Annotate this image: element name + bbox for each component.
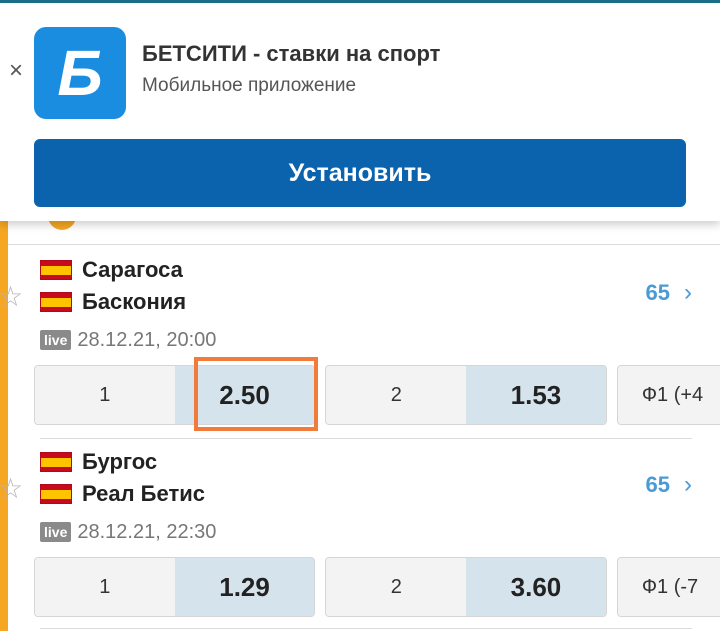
odd-value: 1.53: [466, 366, 606, 424]
match-meta: live 28.12.21, 20:00: [40, 327, 216, 353]
app-subtitle: Мобильное приложение: [142, 75, 357, 96]
selected-odd-highlight: [194, 357, 318, 431]
odd-value: 1.29: [174, 558, 315, 616]
chevron-right-icon: ›: [684, 471, 692, 498]
app-logo-letter: Б: [57, 37, 103, 109]
markets-count-link[interactable]: 65 ›: [646, 471, 692, 499]
close-icon[interactable]: ×: [6, 59, 26, 83]
spain-flag-icon: [40, 452, 72, 472]
match-meta: live 28.12.21, 22:30: [40, 519, 216, 545]
odd-button-win2[interactable]: 2 3.60: [325, 557, 607, 617]
odd-label: 2: [326, 366, 467, 424]
favorite-star-icon[interactable]: ☆: [0, 283, 24, 311]
odd-label: 1: [35, 558, 175, 616]
odd-button-win1[interactable]: 1 1.29: [34, 557, 316, 617]
install-button[interactable]: Установить: [34, 139, 686, 207]
live-badge: live: [40, 330, 72, 350]
spain-flag-icon: [40, 292, 72, 312]
team-away-name: Реал Бетис: [82, 481, 205, 506]
live-badge: live: [40, 522, 72, 542]
markets-count: 65: [645, 280, 670, 305]
match-separator: [40, 628, 692, 629]
team-home: Сарагоса: [40, 257, 183, 283]
match-separator: [40, 438, 692, 439]
team-away-name: Баскония: [82, 289, 187, 314]
team-home-name: Сарагоса: [82, 257, 183, 282]
markets-count-link[interactable]: 65 ›: [646, 279, 692, 307]
odd-label: 2: [326, 558, 467, 616]
app-install-banner: × Б БЕТСИТИ - ставки на спорт Мобильное …: [0, 3, 720, 221]
markets-count: 65: [645, 472, 670, 497]
odds-row: 1 1.29 2 3.60 Ф1 (-7: [34, 557, 720, 617]
odd-value: 3.60: [466, 558, 606, 616]
odd-label: 1: [35, 366, 175, 424]
odds-row: 1 2.50 2 1.53 Ф1 (+4: [34, 365, 720, 425]
team-home: Бургос: [40, 449, 157, 475]
favorite-star-icon[interactable]: ☆: [0, 475, 24, 503]
team-home-name: Бургос: [82, 449, 158, 474]
match-datetime: 28.12.21, 20:00: [77, 328, 217, 351]
spain-flag-icon: [40, 260, 72, 280]
header-separator: [8, 244, 720, 245]
odd-button-win2[interactable]: 2 1.53: [325, 365, 607, 425]
app-name: БЕТСИТИ - ставки на спорт: [142, 41, 441, 66]
odd-button-handicap[interactable]: Ф1 (+4: [616, 365, 720, 425]
app-logo-icon: Б: [34, 27, 126, 119]
league-accent-bar: [0, 215, 8, 631]
match-datetime: 28.12.21, 22:30: [77, 520, 217, 543]
chevron-right-icon: ›: [684, 279, 692, 306]
team-away: Реал Бетис: [40, 481, 205, 507]
team-away: Баскония: [40, 289, 186, 315]
spain-flag-icon: [40, 484, 72, 504]
odd-button-handicap[interactable]: Ф1 (-7: [616, 557, 720, 617]
